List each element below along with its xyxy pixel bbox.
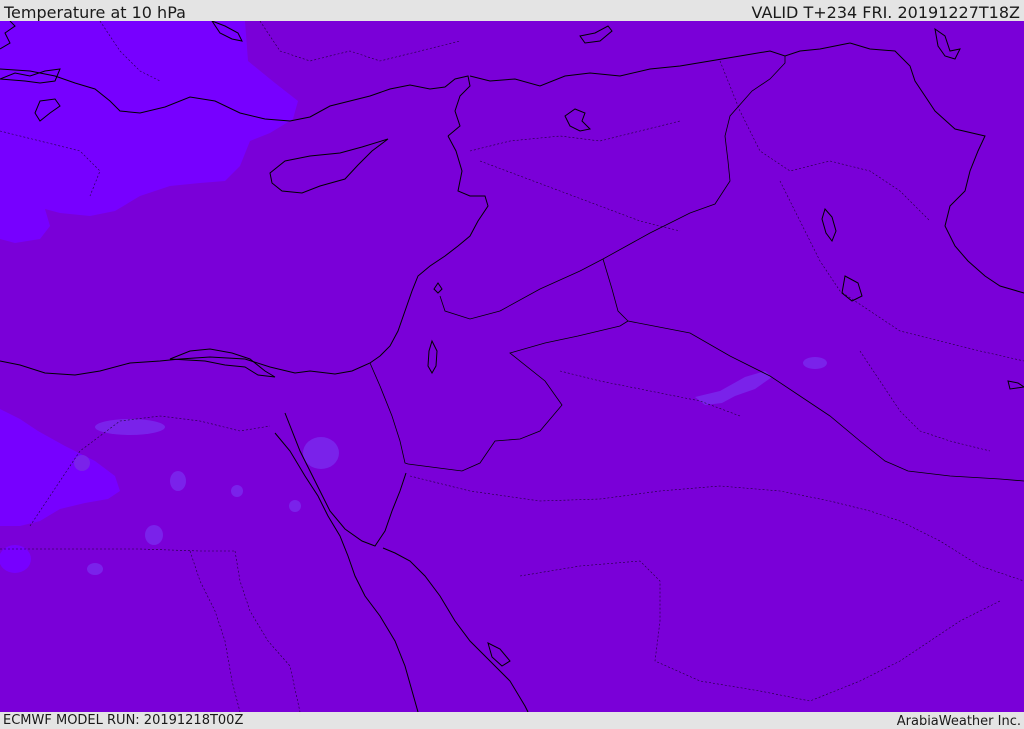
map-canvas	[0, 21, 1024, 712]
model-run-label: ECMWF MODEL RUN: 20191218T00Z	[3, 713, 244, 728]
map-title: Temperature at 10 hPa	[4, 3, 186, 22]
cold-spot	[289, 500, 301, 512]
cold-spot	[170, 471, 186, 491]
footer-bar: ECMWF MODEL RUN: 20191218T00Z ArabiaWeat…	[0, 712, 1024, 729]
cold-spot	[145, 525, 163, 545]
cold-spot	[87, 563, 103, 575]
cold-spot	[231, 485, 243, 497]
weather-map[interactable]	[0, 21, 1024, 712]
cold-spot	[95, 419, 165, 435]
cold-spot	[303, 437, 339, 469]
header-bar: Temperature at 10 hPa VALID T+234 FRI. 2…	[0, 0, 1024, 22]
cold-spot	[803, 357, 827, 369]
cold-spot	[74, 455, 90, 471]
credit-label: ArabiaWeather Inc.	[896, 714, 1021, 729]
valid-time: VALID T+234 FRI. 20191227T18Z	[751, 3, 1020, 22]
